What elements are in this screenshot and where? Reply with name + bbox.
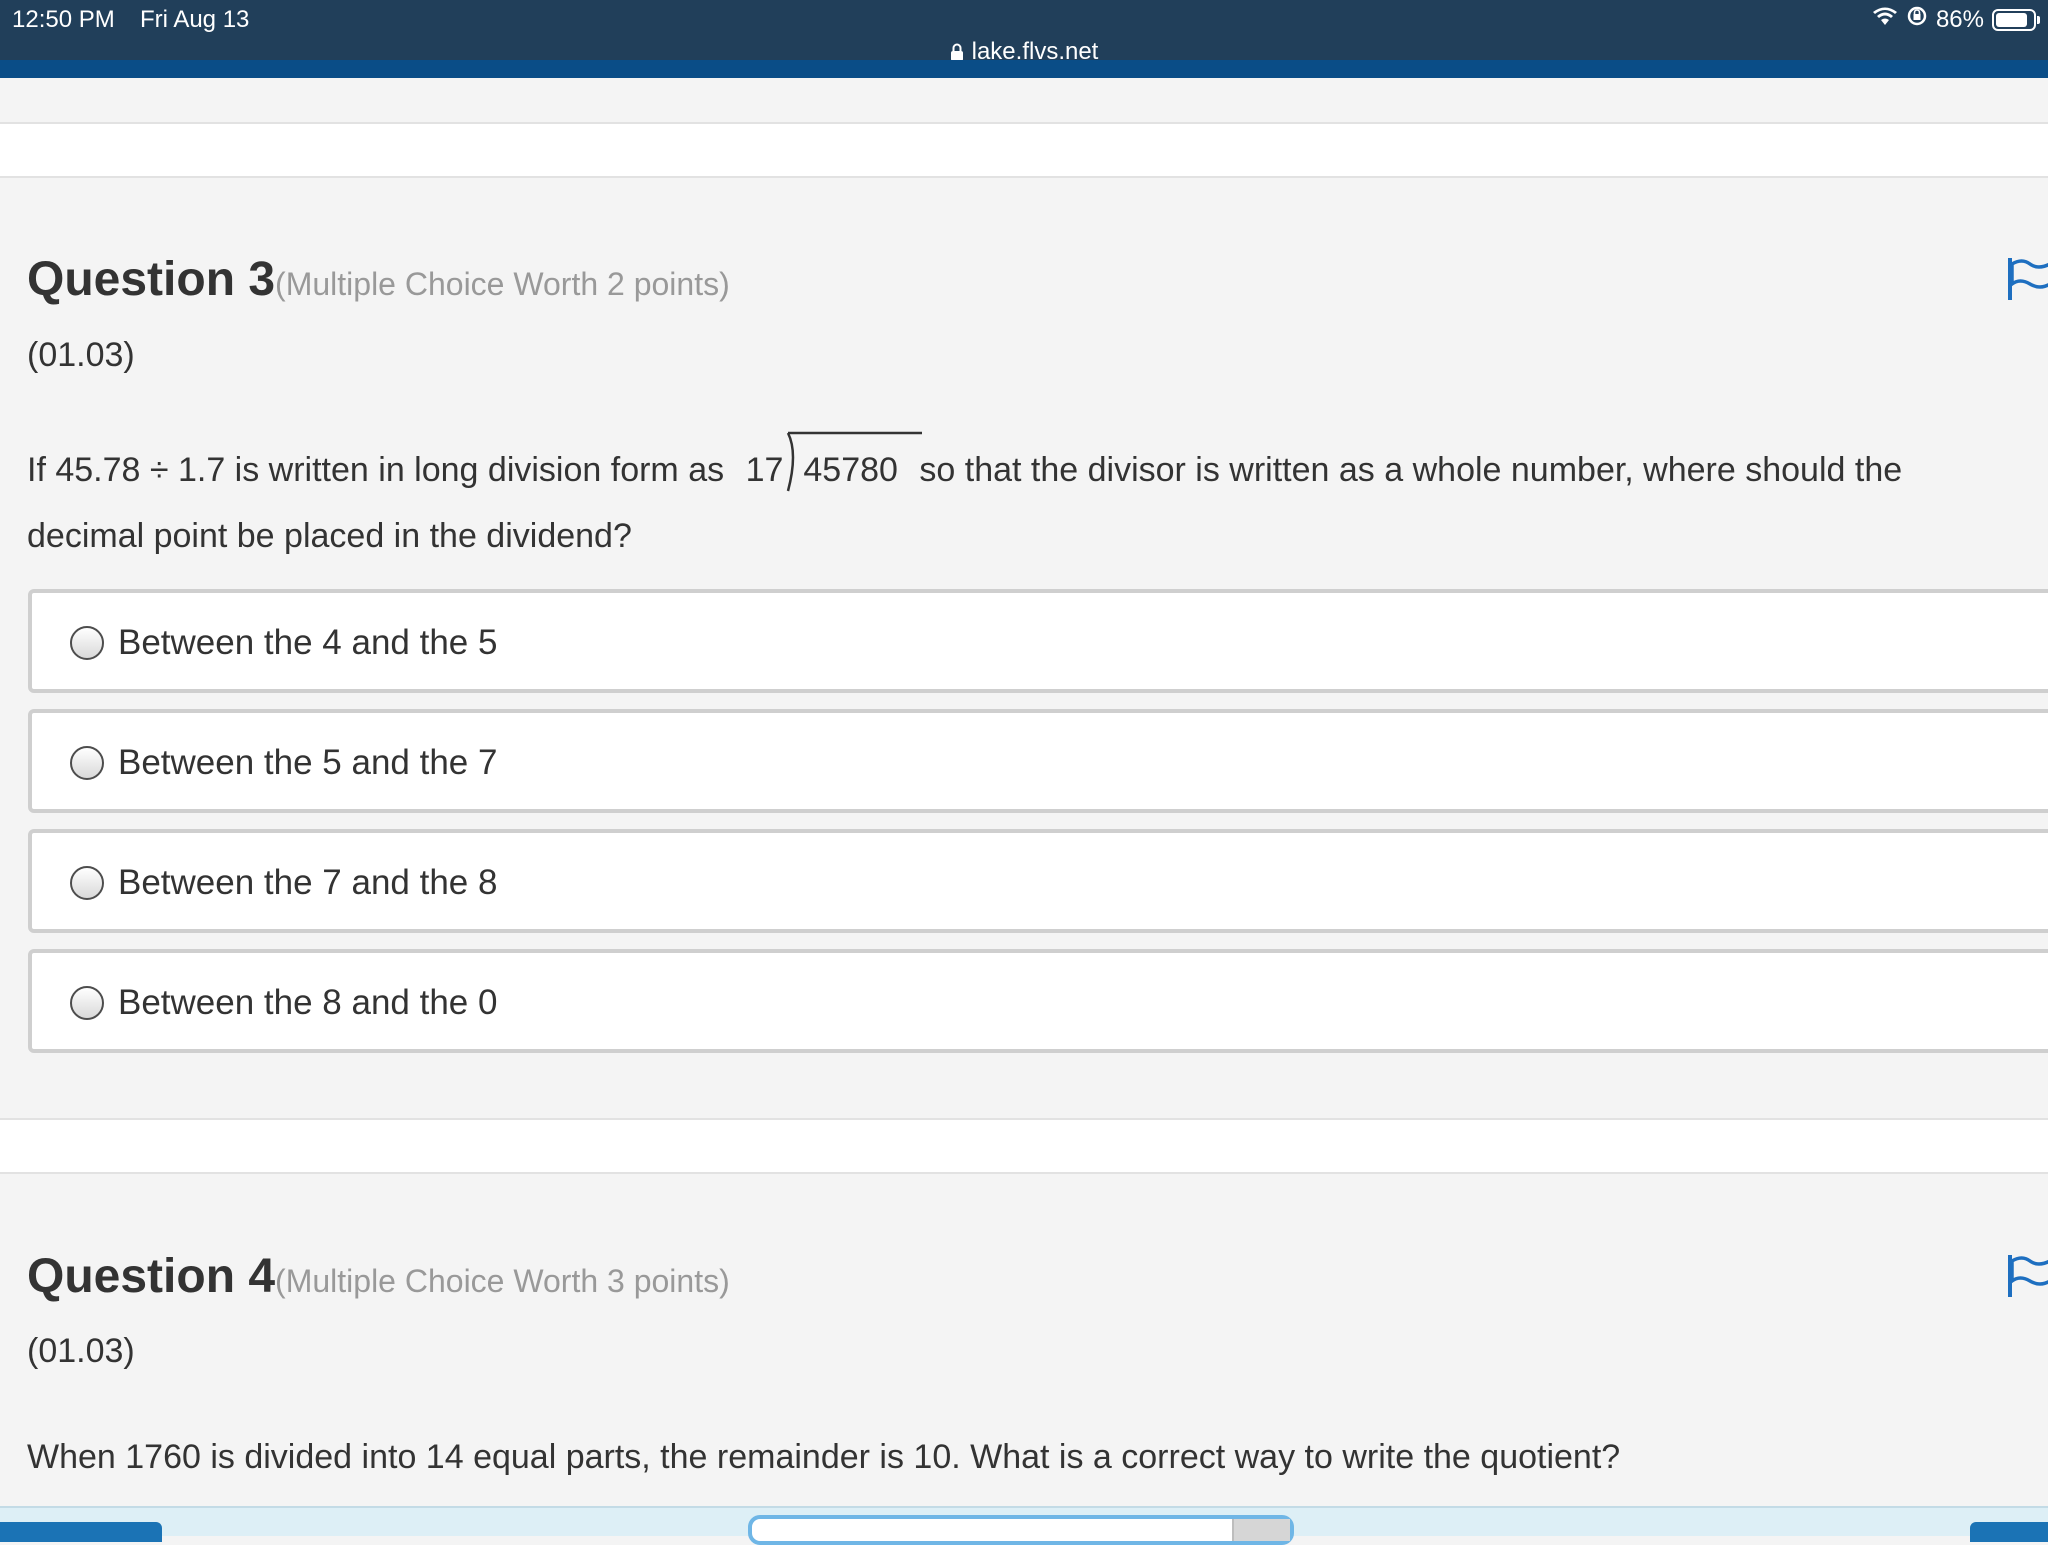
question-meta: (Multiple Choice Worth 3 points): [275, 1263, 730, 1299]
answer-option[interactable]: Between the 5 and the 7: [28, 709, 2048, 813]
question-separator: [0, 1118, 2048, 1174]
long-division-expression: 17 45780: [746, 431, 922, 503]
previous-button[interactable]: [0, 1522, 162, 1542]
answer-option[interactable]: Between the 4 and the 5: [28, 589, 2048, 693]
question-title-text: Question 4: [27, 1250, 276, 1303]
answer-option[interactable]: Between the 7 and the 8: [28, 829, 2048, 933]
radio-button[interactable]: [70, 866, 104, 900]
question-code: (01.03): [27, 1332, 135, 1370]
question-separator: [0, 122, 2048, 178]
question-4-title: Question 4(Multiple Choice Worth 3 point…: [27, 1249, 730, 1304]
battery-percent: 86%: [1935, 5, 1984, 33]
question-prompt: If 45.78 ÷ 1.7 is written in long divisi…: [27, 431, 2048, 569]
answer-option[interactable]: Between the 8 and the 0: [28, 949, 2048, 1053]
question-title-text: Question 3: [27, 253, 276, 306]
question-code: (01.03): [27, 336, 135, 374]
status-indicators: 86%: [1872, 5, 2040, 34]
radio-button[interactable]: [70, 626, 104, 660]
browser-header: 12:50 PM Fri Aug 13 86% lake.flvs.net: [0, 0, 2048, 78]
answer-option-label: Between the 8 and the 0: [118, 983, 498, 1022]
question-selector[interactable]: [748, 1515, 1294, 1545]
question-meta: (Multiple Choice Worth 2 points): [275, 266, 730, 302]
prompt-text-line2: decimal point be placed in the dividend?: [27, 517, 632, 555]
answer-option-label: Between the 7 and the 8: [118, 863, 498, 902]
status-time: 12:50 PM: [12, 6, 115, 33]
answer-option-label: Between the 4 and the 5: [118, 623, 498, 662]
question-prompt: When 1760 is divided into 14 equal parts…: [27, 1424, 2048, 1490]
header-accent-bar: [0, 60, 2048, 78]
next-button[interactable]: [1970, 1522, 2048, 1542]
wifi-icon: [1872, 6, 1898, 34]
question-3-title: Question 3(Multiple Choice Worth 2 point…: [27, 252, 730, 307]
radio-button[interactable]: [70, 746, 104, 780]
battery-icon: [1992, 8, 2040, 31]
flag-icon[interactable]: [2006, 1253, 2048, 1304]
battery-fill: [1996, 12, 2027, 27]
rotation-lock-icon: [1906, 5, 1928, 34]
radio-button[interactable]: [70, 986, 104, 1020]
prompt-text: When 1760 is divided into 14 equal parts…: [27, 1438, 1621, 1476]
prompt-text-after: so that the divisor is written as a whol…: [919, 451, 1903, 489]
chevron-down-icon[interactable]: [1232, 1519, 1290, 1541]
status-date: Fri Aug 13: [140, 6, 250, 33]
flag-icon[interactable]: [2006, 256, 2048, 307]
answer-option-label: Between the 5 and the 7: [118, 743, 498, 782]
prompt-text-before: If 45.78 ÷ 1.7 is written in long divisi…: [27, 451, 725, 489]
